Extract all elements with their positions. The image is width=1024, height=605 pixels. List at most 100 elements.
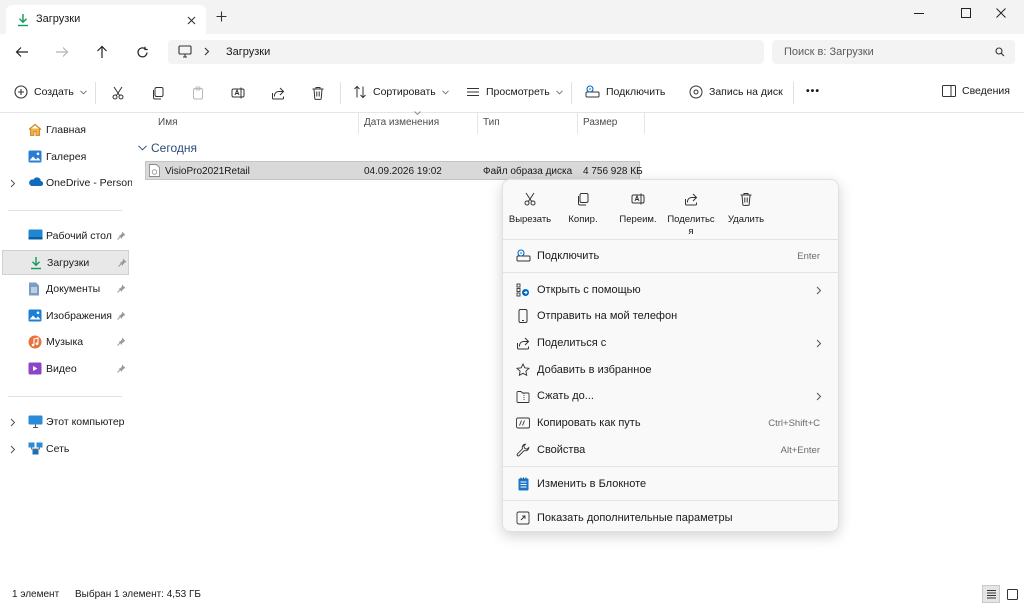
network-icon [28,442,43,455]
details-label: Сведения [962,85,1010,97]
pin-icon[interactable] [117,311,126,320]
quick-action-copy[interactable]: Копир. [558,188,608,240]
pictures-icon [28,309,42,322]
chevron-right-icon [816,392,822,401]
sidebar-item-label: Музыка [46,336,84,348]
details-view-icon[interactable] [982,585,1000,603]
menu-separator [503,500,838,501]
sort-label: Сортировать [373,86,436,98]
burn-button[interactable]: Запись на диск [689,85,783,99]
mount-button[interactable]: Подключить [585,85,665,99]
sidebar-item-onedrive[interactable]: OneDrive - Persona [2,171,132,195]
address-bar[interactable]: Загрузки [168,40,764,64]
share-icon[interactable] [267,83,289,103]
minimize-icon[interactable] [896,0,942,26]
refresh-icon[interactable] [130,42,154,62]
sidebar-item-music[interactable]: Музыка [2,330,129,354]
sidebar-item-downloads[interactable]: Загрузки [2,250,129,275]
quick-action-label: Удалить [727,214,765,225]
quick-action-delete[interactable]: Удалить [721,188,771,240]
new-tab-icon[interactable] [216,11,227,22]
sidebar-item-home[interactable]: Главная [2,118,129,142]
column-header-name[interactable]: Имя [158,117,177,128]
menu-item-share-with[interactable]: Поделиться с [509,330,832,356]
music-icon [28,335,42,349]
menu-separator [503,466,838,467]
menu-item-label: Отправить на мой телефон [537,310,678,322]
sidebar-item-pictures[interactable]: Изображения [2,304,129,328]
chevron-right-icon[interactable] [10,445,16,454]
sidebar-item-desktop[interactable]: Рабочий стол [2,224,129,248]
sort-button[interactable]: Сортировать [353,85,449,99]
tiles-view-icon[interactable] [1003,585,1021,603]
menu-item-show-more-options[interactable]: Показать дополнительные параметры [509,505,832,531]
chevron-down-icon [555,89,563,95]
tab-title: Загрузки [36,13,81,25]
tab-downloads[interactable]: Загрузки [6,5,206,34]
copy-icon[interactable] [147,83,169,103]
sort-chevron-icon [414,111,421,115]
column-divider[interactable] [358,112,359,134]
column-header-type[interactable]: Тип [483,117,500,128]
rename-icon[interactable] [227,83,249,103]
menu-item-compress-to[interactable]: Сжать до... [509,383,832,409]
forward-icon[interactable] [50,42,74,62]
column-header-date[interactable]: Дата изменения [364,117,439,128]
pin-icon[interactable] [117,337,126,346]
column-divider[interactable] [477,112,478,134]
chevron-right-icon[interactable] [10,418,16,427]
sidebar-item-video[interactable]: Видео [2,357,129,381]
chevron-right-icon[interactable] [204,47,210,56]
create-button[interactable]: Создать [14,85,87,99]
group-header-today[interactable]: Сегодня [138,141,197,155]
quick-action-share[interactable]: Поделитьс я [666,188,716,240]
sort-icon [353,85,367,99]
plus-circle-icon [14,85,28,99]
address-path[interactable]: Загрузки [226,46,270,58]
menu-item-mount[interactable]: Подключить Enter [509,243,832,269]
menu-item-add-favorites[interactable]: Добавить в избранное [509,357,832,383]
quick-action-cut[interactable]: Вырезать [505,188,555,240]
sidebar-item-gallery[interactable]: Галерея [2,145,129,169]
column-header-size[interactable]: Размер [583,117,617,128]
menu-item-shortcut: Ctrl+Shift+C [768,418,820,429]
more-options-button[interactable]: ••• [806,85,820,97]
search-box[interactable]: Поиск в: Загрузки [772,40,1015,64]
up-icon[interactable] [90,42,114,62]
close-icon[interactable] [978,0,1024,26]
column-divider[interactable] [577,112,578,134]
pin-icon[interactable] [117,364,126,373]
menu-item-properties[interactable]: Свойства Alt+Enter [509,437,832,463]
quick-action-label: Переим. [619,214,657,225]
gallery-icon [28,150,42,163]
pin-icon[interactable] [117,231,126,240]
sidebar-divider [8,210,122,211]
quick-action-rename[interactable]: Переим. [613,188,663,240]
menu-item-copy-as-path[interactable]: Копировать как путь Ctrl+Shift+C [509,410,832,436]
back-icon[interactable] [10,42,34,62]
view-button[interactable]: Просмотреть [466,85,563,99]
pin-icon[interactable] [118,258,127,267]
mount-icon [585,85,600,99]
cut-icon[interactable] [107,83,129,103]
sidebar-item-label: Документы [46,283,101,295]
menu-item-open-with[interactable]: Открыть с помощью [509,277,832,303]
disc-image-file-icon [149,164,160,177]
paste-icon[interactable] [187,83,209,103]
sidebar-item-this-pc[interactable]: Этот компьютер [2,410,129,434]
menu-item-label: Свойства [537,444,586,456]
search-placeholder[interactable]: Поиск в: Загрузки [784,46,874,58]
delete-icon[interactable] [307,83,329,103]
menu-item-edit-notepad[interactable]: Изменить в Блокноте [509,471,832,497]
notepad-icon [515,476,531,492]
pin-icon[interactable] [117,284,126,293]
tab-close-icon[interactable] [182,11,200,29]
sidebar-item-documents[interactable]: Документы [2,277,129,301]
details-button[interactable]: Сведения [942,85,1010,97]
file-name[interactable]: VisioPro2021Retail [165,166,250,177]
menu-item-send-to-phone[interactable]: Отправить на мой телефон [509,303,832,329]
sidebar-item-network[interactable]: Сеть [2,437,129,461]
chevron-right-icon[interactable] [10,179,16,188]
column-divider[interactable] [644,112,645,134]
menu-item-shortcut: Enter [797,251,820,262]
